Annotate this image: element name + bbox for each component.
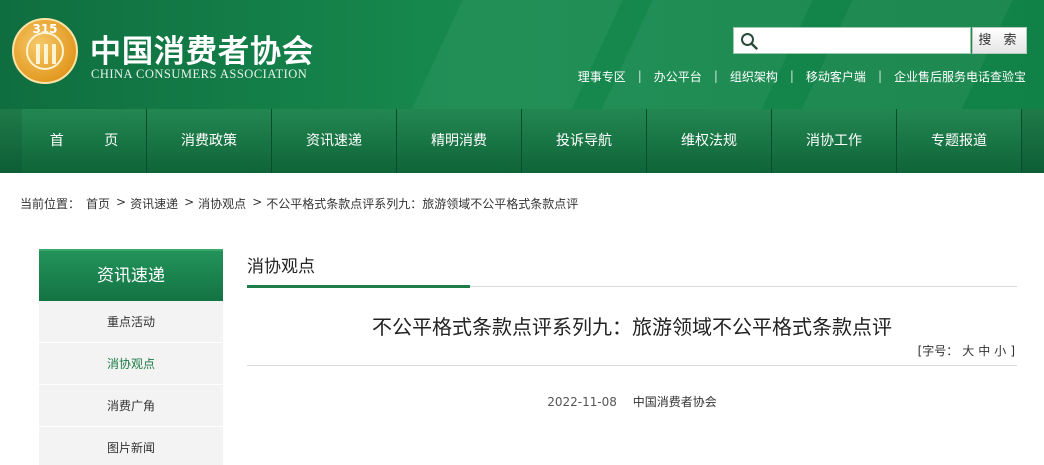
site-header: 315 中国消费者协会 CHINA CONSUMERS ASSOCIATION … [0, 0, 1044, 109]
top-link-separator: | [713, 69, 718, 83]
search-input[interactable] [764, 30, 964, 51]
sidebar-title: 资讯速递 [39, 249, 223, 301]
breadcrumb-arrow: > [184, 195, 195, 209]
top-link-organization[interactable]: 组织架构 [730, 68, 778, 85]
top-link-aftersales[interactable]: 企业售后服务电话查验宝 [894, 68, 1026, 85]
top-link-council[interactable]: 理事专区 [578, 68, 626, 85]
breadcrumb-news[interactable]: 资讯速递 [130, 195, 178, 212]
search-button[interactable]: 搜 索 [972, 27, 1027, 54]
header-decoration [768, 0, 1032, 109]
nav-item-home[interactable]: 首 页 [22, 109, 147, 173]
sidebar-item-viewpoint[interactable]: 消协观点 [39, 343, 223, 385]
nav-item-association-work[interactable]: 消协工作 [772, 109, 897, 173]
breadcrumb-arrow: > [252, 195, 263, 209]
breadcrumb: 当前位置： 首页 > 资讯速递 > 消协观点 > 不公平格式条款点评系列九：旅游… [20, 195, 584, 212]
sidebar-item-consumer-angle[interactable]: 消费广角 [39, 385, 223, 427]
nav-item-news[interactable]: 资讯速递 [272, 109, 397, 173]
nav-item-complaint-guide[interactable]: 投诉导航 [522, 109, 647, 173]
site-name-en: CHINA CONSUMERS ASSOCIATION [91, 67, 308, 81]
top-link-mobile[interactable]: 移动客户端 [806, 68, 866, 85]
top-link-office[interactable]: 办公平台 [654, 68, 702, 85]
font-size-close: ] [1010, 344, 1015, 358]
font-size-label: [字号： [917, 344, 959, 358]
article-source: 中国消费者协会 [632, 395, 717, 409]
breadcrumb-current: 不公平格式条款点评系列九：旅游领域不公平格式条款点评 [266, 197, 579, 211]
nav-item-smart-consumption[interactable]: 精明消费 [397, 109, 522, 173]
logo-emblem-bar [44, 44, 48, 64]
header-decoration [378, 0, 642, 109]
sidebar-item-key-events[interactable]: 重点活动 [39, 301, 223, 343]
search-box [733, 27, 971, 54]
breadcrumb-viewpoint[interactable]: 消协观点 [198, 195, 246, 212]
cca-logo-icon[interactable]: 315 [12, 18, 78, 84]
font-size-medium-button[interactable]: 中 [978, 344, 990, 358]
article-title: 不公平格式条款点评系列九：旅游领域不公平格式条款点评 [372, 315, 892, 339]
top-links: 理事专区 | 办公平台 | 组织架构 | 移动客户端 | 企业售后服务电话查验宝 [578, 68, 1026, 84]
top-link-separator: | [637, 69, 642, 83]
font-size-large-button[interactable]: 大 [962, 344, 974, 358]
nav-item-consumer-policy[interactable]: 消费政策 [147, 109, 272, 173]
breadcrumb-home[interactable]: 首页 [86, 195, 110, 212]
top-link-separator: | [877, 69, 882, 83]
logo-emblem-bar [52, 44, 56, 64]
font-size-control: [字号：大中小] [916, 342, 1017, 359]
breadcrumb-label: 当前位置： [20, 197, 81, 211]
main-nav: 首 页 消费政策 资讯速递 精明消费 投诉导航 维权法规 消协工作 专题报道 [0, 109, 1044, 173]
font-size-small-button[interactable]: 小 [994, 344, 1006, 358]
site-name-cn[interactable]: 中国消费者协会 [90, 26, 314, 71]
nav-item-special-reports[interactable]: 专题报道 [897, 109, 1022, 173]
article-date: 2022-11-08 [547, 395, 617, 409]
sidebar-menu: 重点活动 消协观点 消费广角 图片新闻 [39, 301, 223, 465]
search-icon [741, 33, 758, 50]
nav-item-rights-law[interactable]: 维权法规 [647, 109, 772, 173]
top-link-separator: | [789, 69, 794, 83]
section-title: 消协观点 [247, 257, 315, 277]
sidebar-item-photo-news[interactable]: 图片新闻 [39, 427, 223, 465]
article-meta: 2022-11-08 中国消费者协会 [247, 393, 1017, 410]
breadcrumb-arrow: > [116, 195, 127, 209]
section-divider-accent [247, 285, 470, 288]
article-divider [247, 365, 1017, 366]
logo-emblem-bar [36, 44, 40, 64]
